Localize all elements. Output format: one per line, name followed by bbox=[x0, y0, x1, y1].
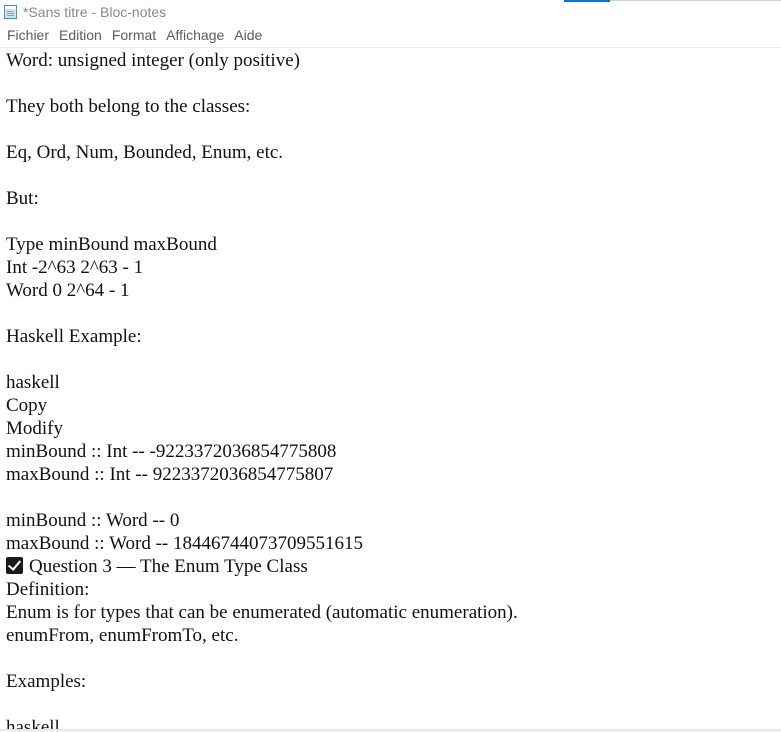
text-line[interactable] bbox=[6, 164, 781, 187]
text-line[interactable]: Copy bbox=[6, 394, 781, 417]
text-line[interactable]: Modify bbox=[6, 417, 781, 440]
text-line[interactable]: They both belong to the classes: bbox=[6, 95, 781, 118]
text-line[interactable] bbox=[6, 486, 781, 509]
text-line[interactable] bbox=[6, 302, 781, 325]
text-line[interactable]: Definition: bbox=[6, 578, 781, 601]
text-line[interactable]: Int -2^63 2^63 - 1 bbox=[6, 256, 781, 279]
title-bar-accent bbox=[564, 0, 610, 2]
text-line[interactable]: Word: unsigned integer (only positive) bbox=[6, 49, 781, 72]
menu-format[interactable]: Format bbox=[107, 25, 161, 46]
text-line[interactable]: Type minBound maxBound bbox=[6, 233, 781, 256]
text-line[interactable] bbox=[6, 72, 781, 95]
text-line-content: Modify bbox=[6, 418, 63, 439]
text-line[interactable]: Enum is for types that can be enumerated… bbox=[6, 601, 781, 624]
window-title: *Sans titre - Bloc-notes bbox=[23, 4, 167, 20]
text-line[interactable] bbox=[6, 118, 781, 141]
text-line-content: Question 3 — The Enum Type Class bbox=[29, 556, 308, 577]
text-line-content: They both belong to the classes: bbox=[6, 96, 251, 117]
text-line-content: Word: unsigned integer (only positive) bbox=[6, 50, 300, 71]
text-editor[interactable]: Word: unsigned integer (only positive) Th… bbox=[0, 47, 781, 730]
text-line[interactable]: Examples: bbox=[6, 670, 781, 693]
text-line-content: Eq, Ord, Num, Bounded, Enum, etc. bbox=[6, 142, 284, 163]
text-line[interactable] bbox=[6, 647, 781, 670]
text-line[interactable]: But: bbox=[6, 187, 781, 210]
menu-aide[interactable]: Aide bbox=[229, 25, 267, 46]
editor-content[interactable]: Word: unsigned integer (only positive) Th… bbox=[0, 48, 781, 730]
text-line[interactable]: Question 3 — The Enum Type Class bbox=[6, 555, 781, 578]
text-line[interactable]: Eq, Ord, Num, Bounded, Enum, etc. bbox=[6, 141, 781, 164]
text-line[interactable]: Word 0 2^64 - 1 bbox=[6, 279, 781, 302]
menu-bar: Fichier Edition Format Affichage Aide bbox=[0, 25, 781, 46]
text-line-content: maxBound :: Int -- 9223372036854775807 bbox=[6, 464, 334, 485]
text-line-content: Type minBound maxBound bbox=[6, 234, 217, 255]
text-line-content: Haskell Example: bbox=[6, 326, 142, 347]
text-line[interactable]: minBound :: Int -- -9223372036854775808 bbox=[6, 440, 781, 463]
title-bar-divider bbox=[610, 0, 781, 1]
text-line[interactable]: minBound :: Word -- 0 bbox=[6, 509, 781, 532]
text-line-content: Definition: bbox=[6, 579, 90, 600]
text-line-content: But: bbox=[6, 188, 39, 209]
text-line[interactable]: Haskell Example: bbox=[6, 325, 781, 348]
text-line-content: minBound :: Word -- 0 bbox=[6, 510, 180, 531]
notepad-icon bbox=[4, 5, 17, 19]
text-line-content: Word 0 2^64 - 1 bbox=[6, 280, 130, 301]
text-line-content: haskell bbox=[6, 372, 60, 393]
menu-edition[interactable]: Edition bbox=[54, 25, 107, 46]
text-line-content: Enum is for types that can be enumerated… bbox=[6, 602, 518, 623]
text-line-content: Copy bbox=[6, 395, 48, 416]
title-bar[interactable]: *Sans titre - Bloc-notes bbox=[0, 0, 781, 24]
text-line-content: Int -2^63 2^63 - 1 bbox=[6, 257, 144, 278]
text-line-content: minBound :: Int -- -9223372036854775808 bbox=[6, 441, 337, 462]
text-line-content: maxBound :: Word -- 18446744073709551615 bbox=[6, 533, 363, 554]
text-line[interactable]: haskell bbox=[6, 371, 781, 394]
menu-fichier[interactable]: Fichier bbox=[0, 25, 54, 46]
text-line[interactable]: maxBound :: Word -- 18446744073709551615 bbox=[6, 532, 781, 555]
text-line-content: enumFrom, enumFromTo, etc. bbox=[6, 625, 239, 646]
text-line[interactable]: enumFrom, enumFromTo, etc. bbox=[6, 624, 781, 647]
menu-affichage[interactable]: Affichage bbox=[161, 25, 229, 46]
text-line[interactable] bbox=[6, 348, 781, 371]
text-line[interactable]: maxBound :: Int -- 9223372036854775807 bbox=[6, 463, 781, 486]
text-line[interactable] bbox=[6, 693, 781, 716]
text-line-content: Examples: bbox=[6, 671, 87, 692]
text-line[interactable] bbox=[6, 210, 781, 233]
check-box-icon bbox=[6, 557, 23, 574]
text-line[interactable]: haskell bbox=[6, 716, 781, 730]
